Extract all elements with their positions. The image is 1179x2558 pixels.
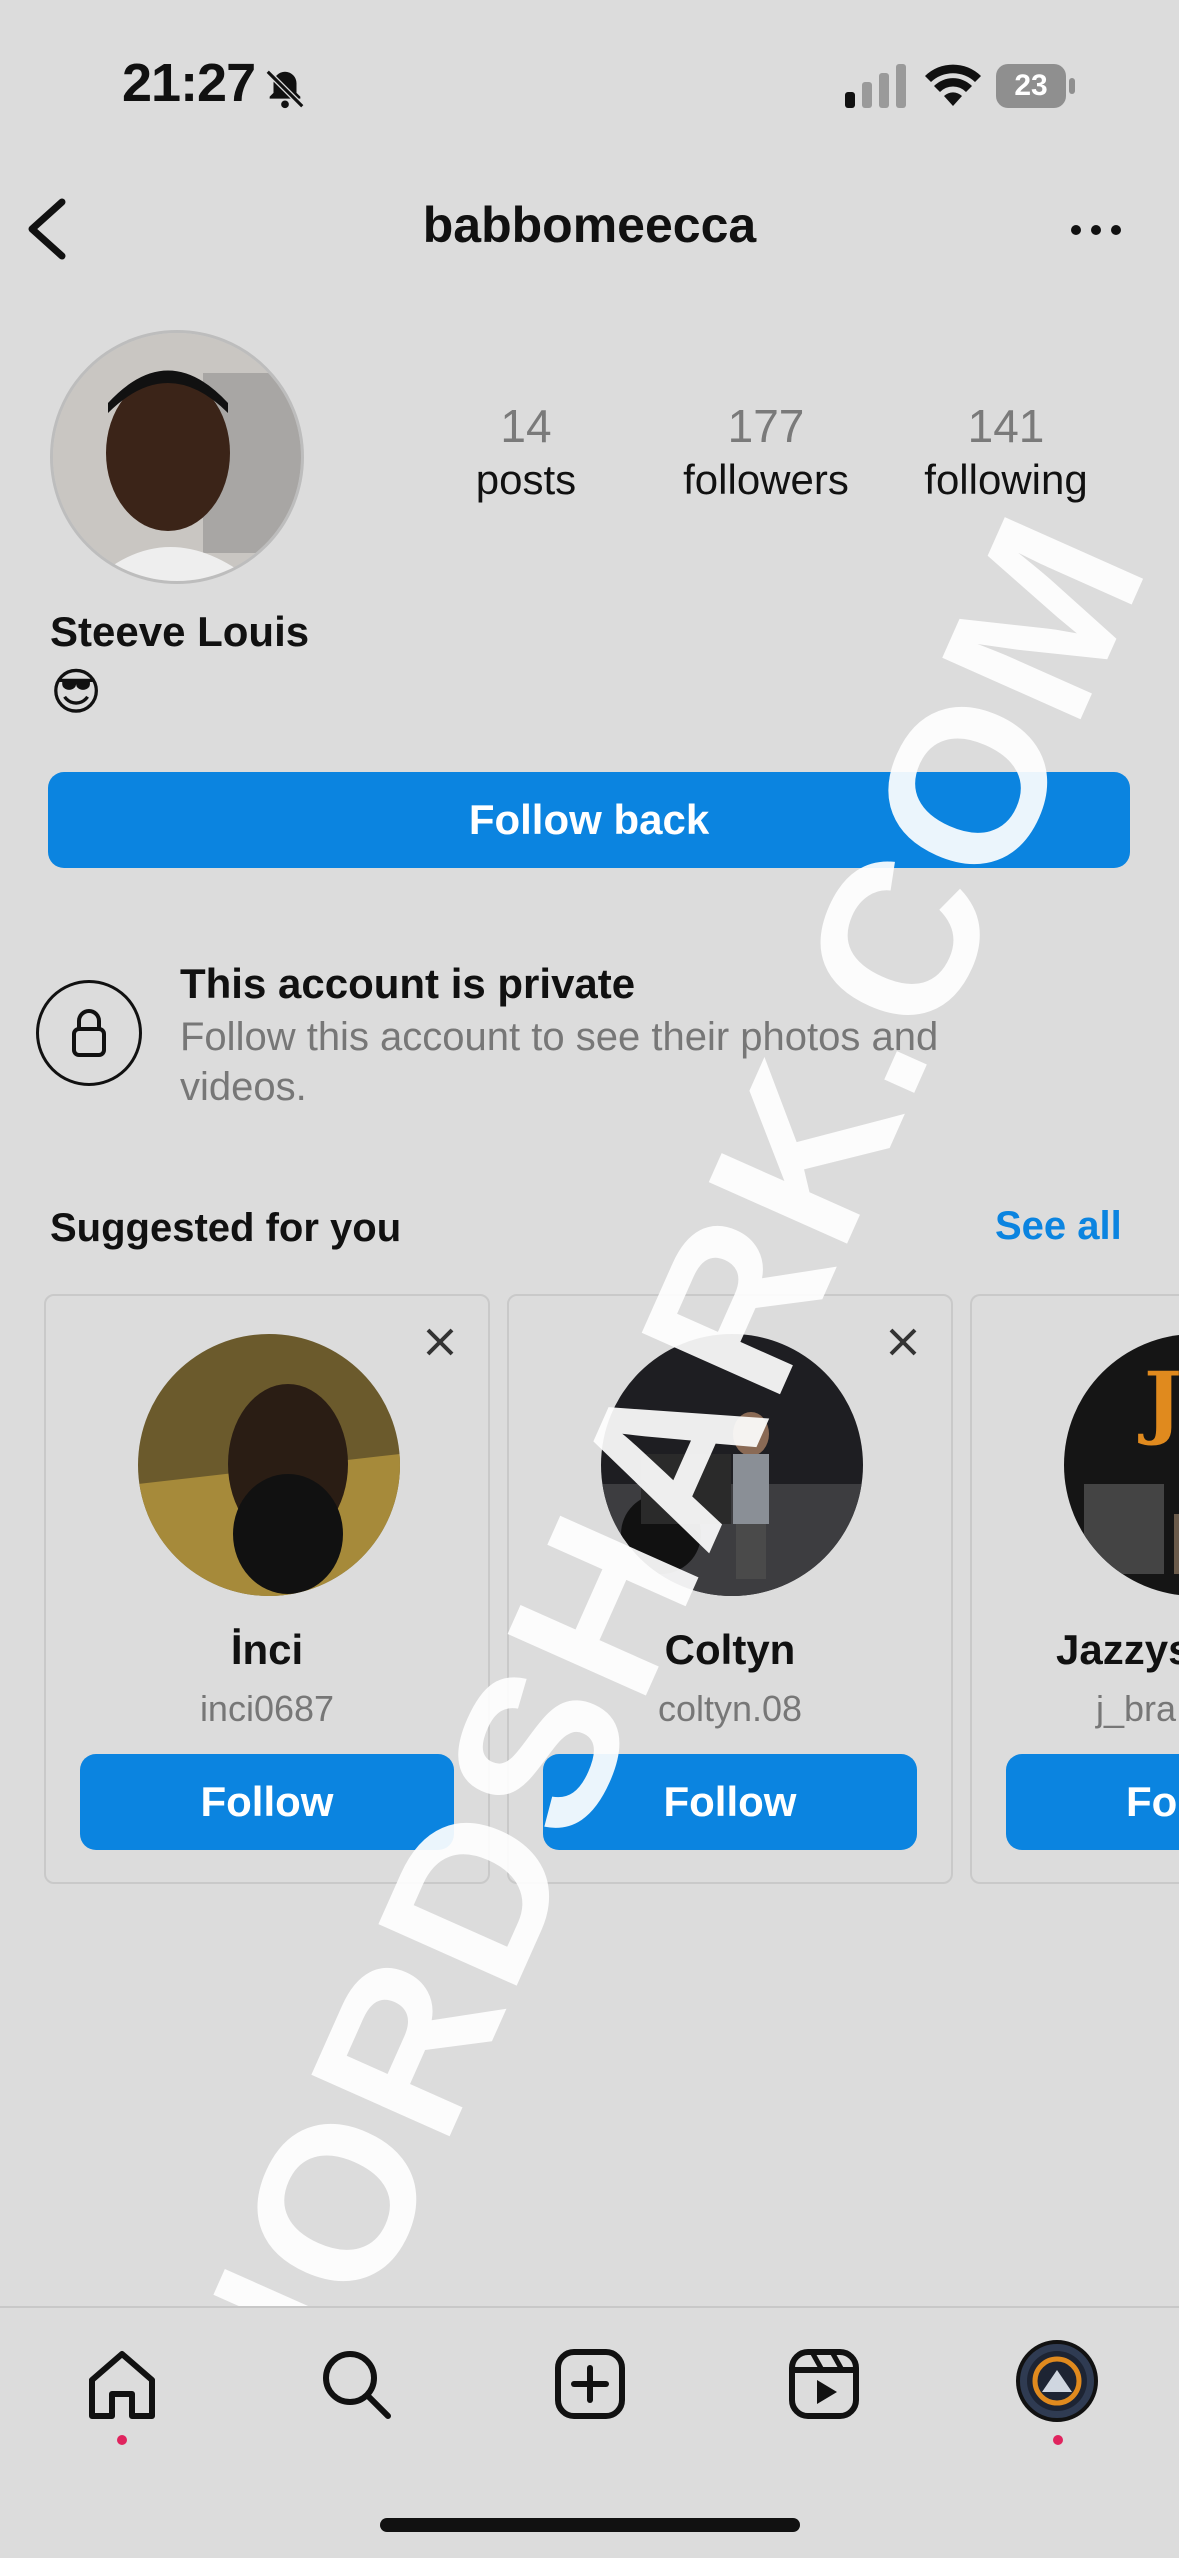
stat-posts-value: 14 [500,400,552,452]
suggestion-handle: j_bra [1096,1688,1177,1729]
suggestion-name: İnci [230,1626,304,1673]
profile-photo [53,333,301,581]
profile-username: babbomeecca [422,197,757,253]
suggestion-avatar: J [1064,1334,1179,1596]
dismiss-icon[interactable] [883,1322,923,1362]
lock-icon [36,980,142,1086]
more-options-icon[interactable] [1066,212,1126,248]
wifi-icon [925,64,981,106]
home-notification-dot [117,2435,127,2445]
profile-notification-dot [1053,2435,1063,2445]
follow-button[interactable]: Fo [1006,1754,1179,1850]
stat-following-value: 141 [967,400,1045,452]
battery-indicator: 23 [996,64,1076,108]
dismiss-icon[interactable] [420,1322,460,1362]
profile-avatar[interactable] [50,330,304,584]
stat-following[interactable]: 141 following [896,398,1116,506]
profile-full-name: Steeve Louis [50,608,310,655]
stat-posts-label: posts [475,456,577,503]
stat-posts[interactable]: 14 posts [416,398,636,506]
battery-level: 23 [996,64,1066,108]
suggested-title: Suggested for you [50,1206,402,1250]
cellular-signal-icon [845,64,906,108]
suggestion-card[interactable]: J Jazzys j_bra Fo [970,1294,1179,1884]
suggestion-name: Jazzys [1056,1626,1179,1673]
home-indicator [380,2518,800,2532]
home-icon[interactable] [82,2344,162,2424]
stat-followers-value: 177 [727,400,805,452]
reels-icon[interactable] [784,2344,864,2424]
stat-followers[interactable]: 177 followers [656,398,876,506]
search-icon[interactable] [316,2344,396,2424]
stat-followers-label: followers [683,456,849,503]
bell-muted-icon [265,69,305,109]
create-icon[interactable] [550,2344,630,2424]
svg-text:J: J [1138,1354,1179,1448]
bio-emoji: 😎 [50,664,103,720]
private-account-title: This account is private [180,960,636,1007]
status-time: 21:27 [122,53,256,113]
profile-tab-avatar[interactable] [1016,2340,1098,2422]
suggestion-avatar [138,1334,400,1596]
see-all-link[interactable]: See all [995,1204,1122,1249]
